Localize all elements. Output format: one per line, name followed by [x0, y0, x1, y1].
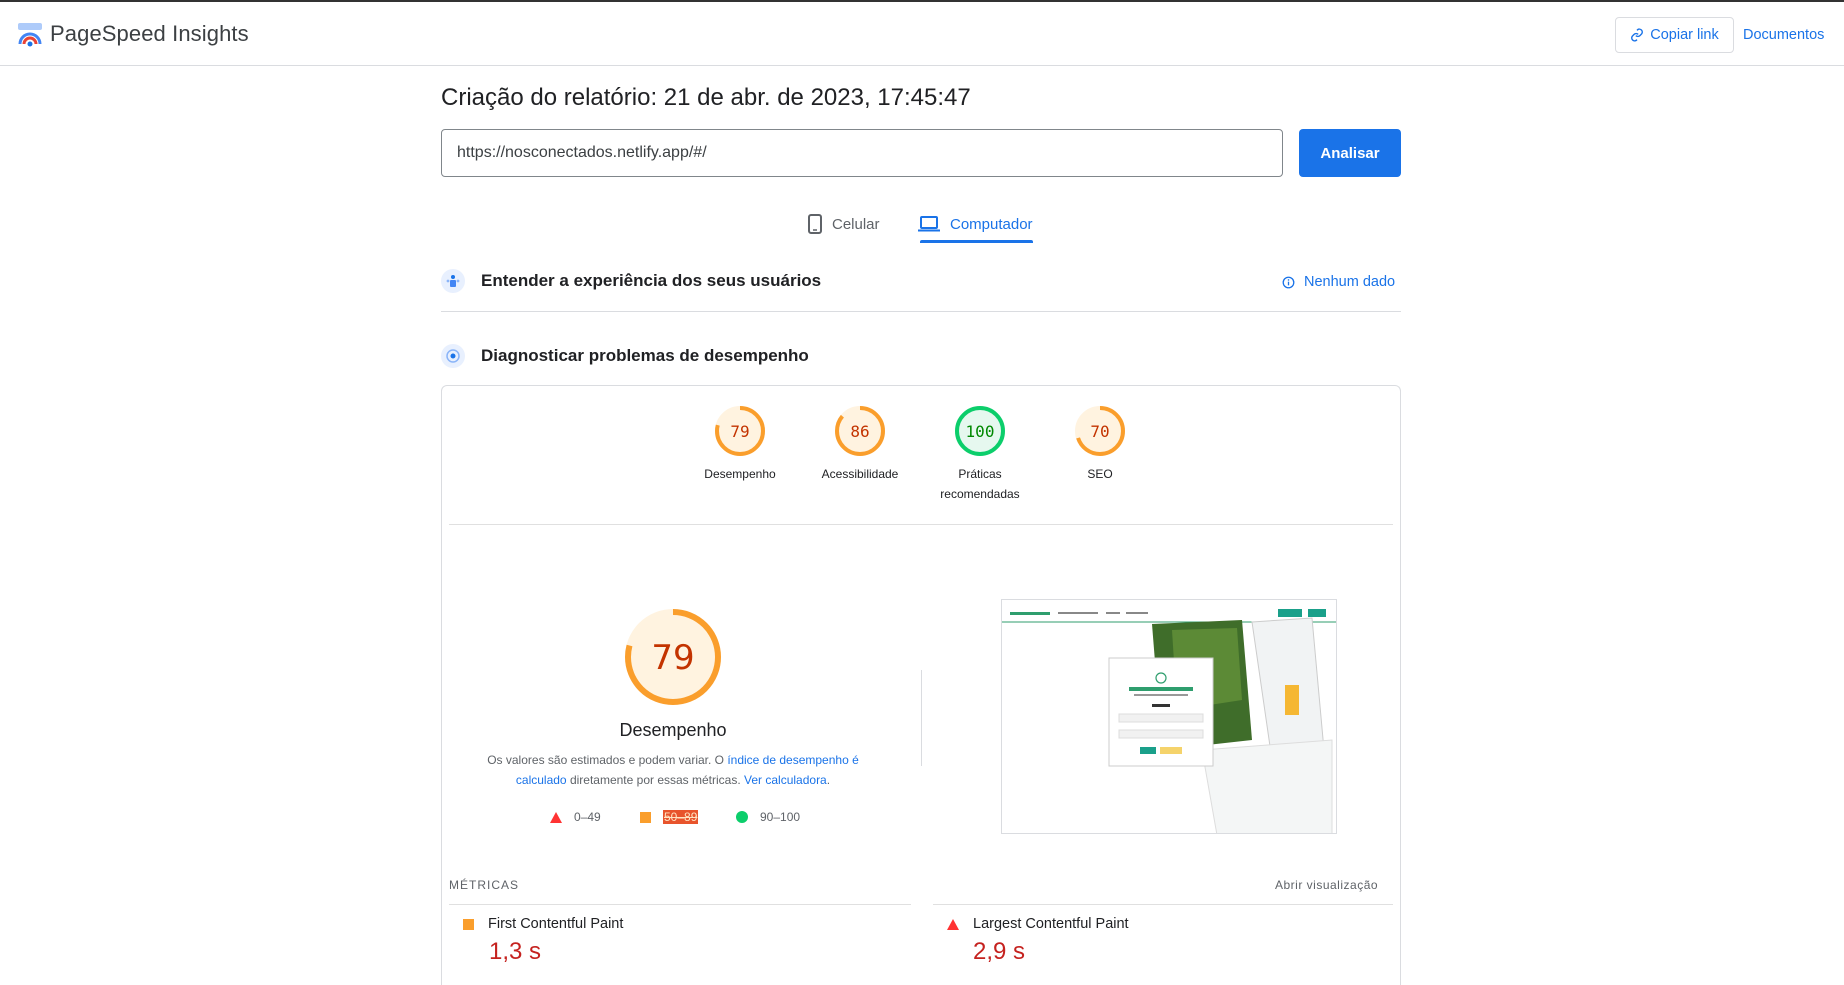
- section-divider: [441, 311, 1401, 312]
- score-gauge-best-practices[interactable]: 100 Práticas recomendadas: [920, 404, 1040, 504]
- desc-end: .: [826, 773, 831, 787]
- tab-desktop[interactable]: Computador: [918, 206, 1033, 242]
- score-label: Desempenho: [704, 467, 776, 481]
- metric-name-row: Largest Contentful Paint: [947, 916, 1129, 932]
- legend-pass: 90–100: [736, 810, 800, 824]
- experience-section-title: Entender a experiência dos seus usuários: [481, 271, 822, 290]
- fail-triangle-icon: [947, 918, 959, 930]
- laptop-icon: [918, 216, 940, 232]
- metric-divider: [933, 904, 1393, 905]
- metric-divider: [449, 904, 911, 905]
- info-icon: [1282, 276, 1295, 288]
- performance-description: Os valores são estimados e podem variar.…: [480, 750, 866, 790]
- tab-active-indicator: [920, 240, 1033, 243]
- score-ring: 100: [955, 406, 1005, 456]
- card-divider: [449, 524, 1393, 525]
- desc-middle: diretamente por essas métricas.: [566, 773, 745, 787]
- performance-title: Desempenho: [619, 720, 727, 740]
- score-value: 70: [1090, 422, 1109, 441]
- metric-name-row: First Contentful Paint: [463, 916, 623, 932]
- metric-name: First Contentful Paint: [488, 916, 624, 932]
- performance-score-value: 79: [651, 638, 694, 678]
- users-experience-icon: [441, 269, 465, 293]
- experience-section-header: Entender a experiência dos seus usuários: [441, 269, 821, 293]
- expand-view-toggle[interactable]: Abrir visualização: [1275, 878, 1378, 892]
- diagnose-icon: [441, 344, 465, 368]
- metric-fcp: First Contentful Paint 1,3 s: [463, 916, 623, 966]
- analyze-button[interactable]: Analisar: [1299, 129, 1401, 177]
- performance-big-gauge: 79: [625, 609, 721, 705]
- metric-lcp: Largest Contentful Paint 2,9 s: [947, 916, 1129, 966]
- legend-average-label: 50–89: [663, 810, 699, 824]
- copy-link-label: Copiar link: [1650, 27, 1719, 43]
- legend-pass-label: 90–100: [760, 810, 801, 824]
- score-value: 86: [850, 422, 869, 441]
- app-title[interactable]: PageSpeed Insights: [50, 21, 249, 47]
- score-gauge-accessibility[interactable]: 86 Acessibilidade: [800, 404, 920, 484]
- score-gauge-seo[interactable]: 70 SEO: [1040, 404, 1160, 484]
- top-app-bar: PageSpeed Insights Copiar link Documento…: [0, 2, 1844, 66]
- calculator-link[interactable]: Ver calculadora: [744, 773, 827, 787]
- average-square-icon: [640, 811, 651, 823]
- docs-link[interactable]: Documentos: [1743, 27, 1824, 43]
- report-title: Criação do relatório: 21 de abr. de 2023…: [441, 84, 971, 111]
- score-value: 79: [730, 422, 749, 441]
- screenshot-image: [1002, 600, 1336, 833]
- score-label: Práticas recomendadas: [940, 467, 1020, 501]
- tab-mobile[interactable]: Celular: [808, 206, 880, 242]
- vertical-divider: [921, 670, 922, 766]
- average-square-icon: [463, 918, 474, 930]
- score-label: SEO: [1087, 467, 1113, 481]
- score-ring: 70: [1075, 406, 1125, 456]
- no-data-link[interactable]: Nenhum dado: [1282, 274, 1395, 290]
- metrics-heading: MÉTRICAS: [449, 878, 520, 892]
- metric-value: 1,3 s: [489, 938, 542, 965]
- phone-icon: [808, 214, 822, 234]
- score-label: Acessibilidade: [821, 467, 899, 481]
- tab-mobile-label: Celular: [832, 215, 880, 233]
- score-ring: 79: [715, 406, 765, 456]
- legend-fail: 0–49: [550, 810, 601, 824]
- score-value: 100: [966, 422, 995, 441]
- page-screenshot-thumbnail: [1001, 599, 1337, 834]
- pagespeed-logo-icon[interactable]: [17, 22, 43, 48]
- metric-name: Largest Contentful Paint: [973, 916, 1129, 932]
- no-data-label: Nenhum dado: [1304, 274, 1396, 290]
- legend-fail-label: 0–49: [574, 810, 601, 824]
- score-gauge-performance[interactable]: 79 Desempenho: [680, 404, 800, 484]
- diagnose-section-header: Diagnosticar problemas de desempenho: [441, 344, 809, 368]
- legend-average: 50–89: [640, 810, 699, 824]
- desc-prefix: Os valores são estimados e podem variar.…: [487, 753, 728, 767]
- pass-circle-icon: [736, 811, 748, 823]
- diagnose-section-title: Diagnosticar problemas de desempenho: [481, 346, 809, 365]
- fail-triangle-icon: [550, 811, 562, 823]
- link-icon: [1631, 28, 1644, 42]
- score-ring: 86: [835, 406, 885, 456]
- metric-value: 2,9 s: [973, 938, 1026, 965]
- tab-desktop-label: Computador: [950, 215, 1033, 233]
- url-input[interactable]: [441, 129, 1283, 177]
- copy-link-button[interactable]: Copiar link: [1615, 17, 1734, 53]
